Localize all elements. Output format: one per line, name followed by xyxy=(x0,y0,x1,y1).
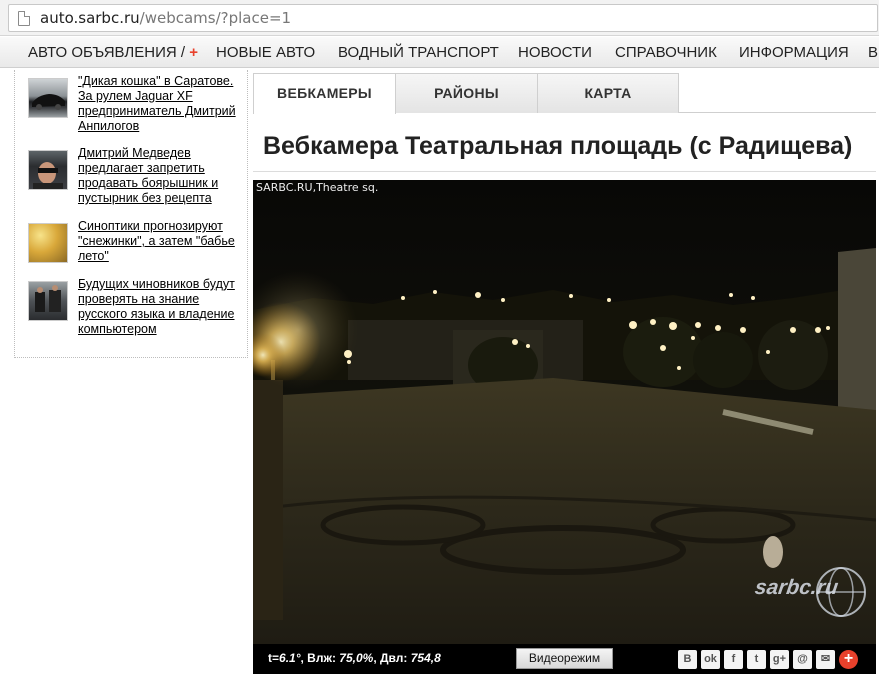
news-sidebar: "Дикая кошка" в Саратове. За рулем Jagua… xyxy=(14,70,248,358)
temperature-value: 6.1° xyxy=(279,651,301,665)
mailru-icon[interactable]: @ xyxy=(793,650,812,669)
more-share-icon[interactable]: + xyxy=(839,650,858,669)
news-link[interactable]: Синоптики прогнозируют "снежинки", а зат… xyxy=(78,219,248,264)
news-thumbnail[interactable] xyxy=(28,150,68,190)
vk-icon[interactable]: B xyxy=(678,650,697,669)
title-divider xyxy=(253,171,876,172)
google-plus-icon[interactable]: g+ xyxy=(770,650,789,669)
twitter-icon[interactable]: t xyxy=(747,650,766,669)
webcam-tabs: ВЕБКАМЕРЫ РАЙОНЫ КАРТА xyxy=(253,73,876,114)
weather-readout: t=6.1°, Влж: 75,0%, Двл: 754,8 xyxy=(268,651,441,665)
nav-item-directory[interactable]: СПРАВОЧНИК xyxy=(615,44,717,61)
browser-toolbar: auto.sarbc.ru/webcams/?place=1 xyxy=(0,0,879,36)
page-title: Вебкамера Театральная площадь (с Радищев… xyxy=(263,132,853,160)
nav-item-information[interactable]: ИНФОРМАЦИЯ xyxy=(739,44,849,61)
page-icon xyxy=(18,11,30,26)
nav-item-water-transport[interactable]: ВОДНЫЙ ТРАНСПОРТ xyxy=(338,44,499,61)
sarbc-watermark: sarbc.ru xyxy=(753,576,840,599)
news-item[interactable]: "Дикая кошка" в Саратове. За рулем Jagua… xyxy=(28,74,248,136)
tab-webcams[interactable]: ВЕБКАМЕРЫ xyxy=(253,73,396,114)
webcam-scene xyxy=(253,180,876,644)
tab-districts[interactable]: РАЙОНЫ xyxy=(395,73,538,113)
news-link[interactable]: Будущих чиновников будут проверять на зн… xyxy=(78,277,248,337)
nav-item-more[interactable]: В xyxy=(868,44,878,61)
address-bar[interactable]: auto.sarbc.ru/webcams/?place=1 xyxy=(8,4,878,32)
facebook-icon[interactable]: f xyxy=(724,650,743,669)
webcam-info-bar: t=6.1°, Влж: 75,0%, Двл: 754,8 Видеорежи… xyxy=(253,644,876,674)
nav-item-news[interactable]: НОВОСТИ xyxy=(518,44,592,61)
webcam-label: SARBC.RU,Theatre sq. xyxy=(256,181,379,194)
news-thumbnail[interactable] xyxy=(28,78,68,118)
nav-item-auto-ads[interactable]: АВТО ОБЪЯВЛЕНИЯ / + xyxy=(28,44,198,61)
news-item[interactable]: Синоптики прогнозируют "снежинки", а зат… xyxy=(28,219,248,265)
add-ad-plus-icon[interactable]: + xyxy=(189,44,198,61)
nav-item-new-cars[interactable]: НОВЫЕ АВТО xyxy=(216,44,315,61)
humidity-value: 75,0% xyxy=(339,651,374,665)
news-thumbnail[interactable] xyxy=(28,281,68,321)
odnoklassniki-icon[interactable]: ok xyxy=(701,650,720,669)
news-link[interactable]: Дмитрий Медведев предлагает запретить пр… xyxy=(78,146,248,206)
news-item[interactable]: Дмитрий Медведев предлагает запретить пр… xyxy=(28,146,248,208)
news-link[interactable]: "Дикая кошка" в Саратове. За рулем Jagua… xyxy=(78,74,248,134)
email-icon[interactable]: ✉ xyxy=(816,650,835,669)
webcam-image[interactable]: SARBC.RU,Theatre sq. sarbc.ru xyxy=(253,180,876,644)
news-thumbnail[interactable] xyxy=(28,223,68,263)
url-text[interactable]: auto.sarbc.ru/webcams/?place=1 xyxy=(40,9,291,27)
pressure-value: 754,8 xyxy=(410,651,441,665)
tab-map[interactable]: КАРТА xyxy=(537,73,679,113)
news-item[interactable]: Будущих чиновников будут проверять на зн… xyxy=(28,277,248,339)
main-nav: АВТО ОБЪЯВЛЕНИЯ / + НОВЫЕ АВТО ВОДНЫЙ ТР… xyxy=(0,37,879,68)
video-mode-button[interactable]: Видеорежим xyxy=(516,648,613,669)
